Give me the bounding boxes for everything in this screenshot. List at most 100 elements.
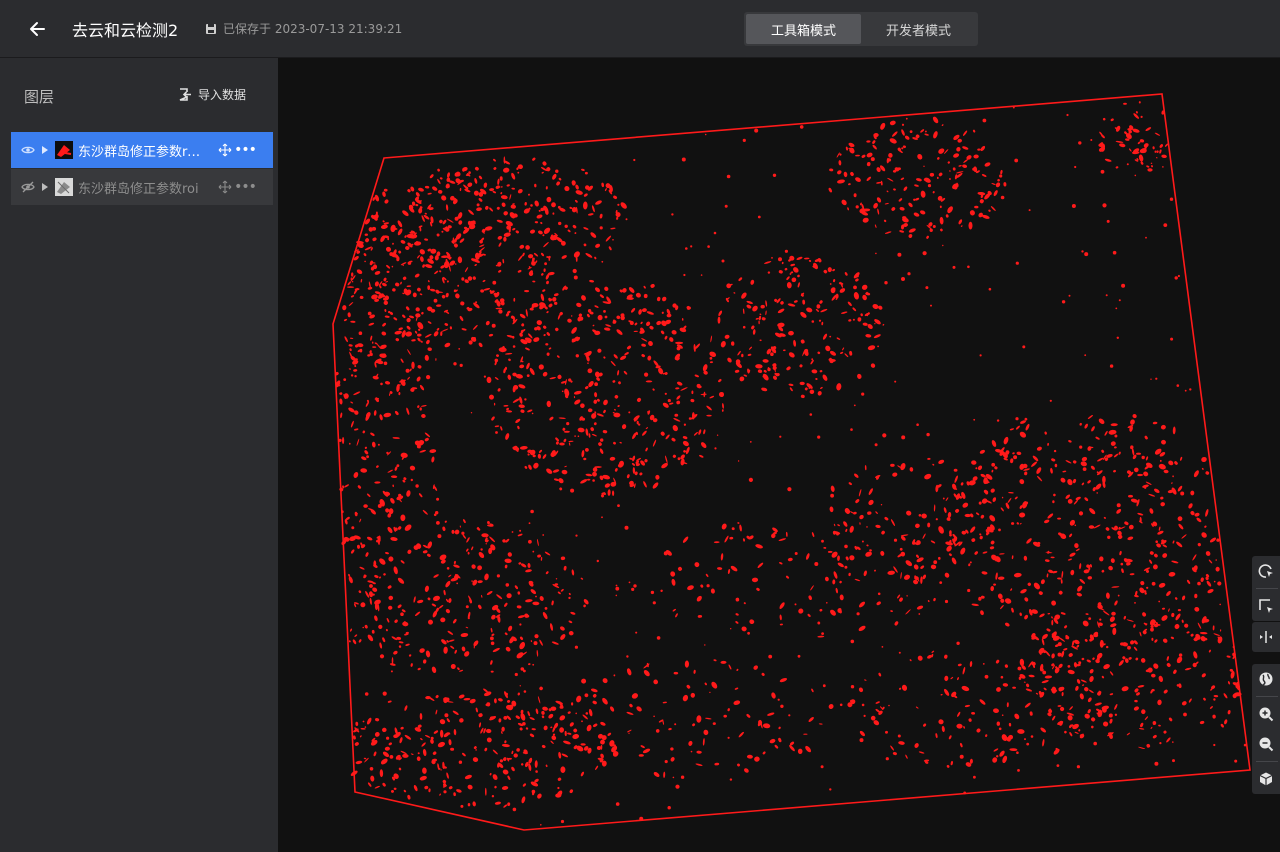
cloud-pixel: [409, 465, 416, 471]
cloud-pixel: [1115, 307, 1118, 310]
cloud-pixel: [1019, 512, 1026, 518]
cloud-pixel: [893, 188, 896, 191]
expand-triangle-icon[interactable]: [41, 182, 49, 192]
cloud-pixel: [638, 754, 644, 757]
cloud-pixel: [1116, 503, 1121, 508]
cloud-pixel: [1016, 751, 1019, 754]
cloud-pixel: [1144, 435, 1148, 440]
cloud-pixel: [714, 762, 720, 766]
select-query-tool[interactable]: [1252, 556, 1280, 586]
cloud-pixel: [505, 433, 510, 440]
cloud-pixel: [548, 303, 553, 308]
cloud-pixel: [1224, 719, 1228, 725]
cloud-pixel: [393, 317, 398, 321]
cloud-pixel: [709, 361, 714, 364]
cloud-pixel: [829, 788, 832, 791]
cloud-pixel: [724, 535, 729, 543]
eye-icon[interactable]: [21, 143, 35, 157]
zoom-in-button[interactable]: [1252, 699, 1280, 729]
zoom-out-button[interactable]: [1252, 729, 1280, 759]
more-icon[interactable]: •••: [234, 179, 257, 195]
cloud-pixel: [827, 267, 832, 273]
cloud-pixel: [826, 602, 828, 604]
cloud-pixel: [353, 428, 359, 431]
tab-toolbox-mode[interactable]: 工具箱模式: [746, 14, 861, 44]
cloud-pixel: [472, 324, 478, 330]
move-icon[interactable]: [218, 180, 232, 194]
cloud-pixel: [1152, 564, 1158, 570]
cloud-pixel: [1043, 687, 1047, 691]
cloud-pixel: [534, 760, 538, 768]
cloud-pixel: [738, 277, 743, 282]
cloud-pixel: [1162, 638, 1168, 643]
cloud-pixel: [439, 177, 443, 180]
cloud-pixel: [529, 229, 536, 234]
globe-tool[interactable]: [1252, 664, 1280, 694]
cloud-pixel: [359, 566, 365, 570]
cloud-pixel: [1031, 461, 1038, 467]
cloud-pixel: [504, 602, 508, 607]
cloud-pixel: [398, 327, 403, 331]
layer-item[interactable]: 东沙群岛修正参数roi •••: [11, 169, 273, 205]
cloud-pixel: [1084, 687, 1089, 692]
map-canvas[interactable]: [278, 58, 1280, 852]
cloud-pixel: [990, 586, 995, 592]
cloud-pixel: [557, 786, 560, 790]
cloud-pixel: [478, 175, 483, 180]
import-data-button[interactable]: 导入数据: [179, 86, 246, 103]
cloud-pixel: [845, 556, 849, 561]
cloud-pixel: [1078, 661, 1082, 665]
3d-view-button[interactable]: [1252, 764, 1280, 794]
cloud-pixel: [1142, 612, 1147, 617]
cloud-pixel: [486, 728, 492, 734]
cloud-pixel: [1091, 717, 1096, 722]
cloud-pixel: [867, 511, 872, 515]
cloud-pixel: [1215, 559, 1217, 561]
cloud-pixel: [643, 285, 646, 289]
cloud-pixel: [1151, 673, 1156, 678]
cloud-pixel: [494, 377, 499, 380]
cloud-pixel: [884, 202, 889, 205]
cloud-pixel: [983, 489, 988, 493]
cloud-pixel: [427, 321, 432, 324]
cloud-pixel: [512, 345, 516, 348]
tab-developer-mode[interactable]: 开发者模式: [861, 14, 976, 44]
cloud-pixel: [1073, 499, 1079, 505]
cloud-pixel: [609, 456, 616, 461]
cloud-pixel: [643, 293, 648, 299]
cloud-pixel: [853, 292, 859, 300]
cloud-pixel: [1126, 660, 1129, 662]
cloud-pixel: [1196, 517, 1202, 523]
split-compare-tool[interactable]: [1252, 622, 1280, 652]
move-icon[interactable]: [218, 143, 232, 157]
cloud-pixel: [918, 613, 921, 615]
back-button[interactable]: [28, 17, 50, 41]
cloud-pixel: [524, 202, 527, 206]
box-select-tool[interactable]: [1252, 591, 1280, 621]
cloud-pixel: [855, 177, 861, 182]
cloud-pixel: [908, 234, 913, 238]
cloud-pixel: [796, 256, 803, 261]
more-icon[interactable]: •••: [234, 142, 257, 158]
cloud-pixel: [1090, 139, 1093, 141]
cloud-pixel: [495, 431, 498, 434]
cloud-pixel: [1123, 615, 1126, 620]
cloud-pixel: [405, 306, 410, 311]
cloud-pixel: [1085, 613, 1089, 615]
cloud-pixel: [354, 511, 358, 517]
cloud-pixel: [808, 716, 814, 723]
cloud-pixel: [1064, 730, 1067, 734]
layer-item[interactable]: 东沙群岛修正参数roi... •••: [11, 132, 273, 168]
cloud-pixel: [944, 654, 948, 659]
cloud-pixel: [686, 684, 691, 689]
cloud-pixel: [407, 376, 410, 380]
cloud-pixel: [920, 129, 925, 133]
cloud-pixel: [471, 546, 474, 551]
cloud-pixel: [503, 404, 509, 407]
cloud-pixel: [706, 584, 710, 588]
cloud-pixel: [382, 637, 386, 643]
cloud-pixel: [645, 427, 649, 430]
expand-triangle-icon[interactable]: [41, 145, 49, 155]
eye-off-icon[interactable]: [21, 180, 35, 194]
cloud-pixel: [737, 522, 740, 524]
